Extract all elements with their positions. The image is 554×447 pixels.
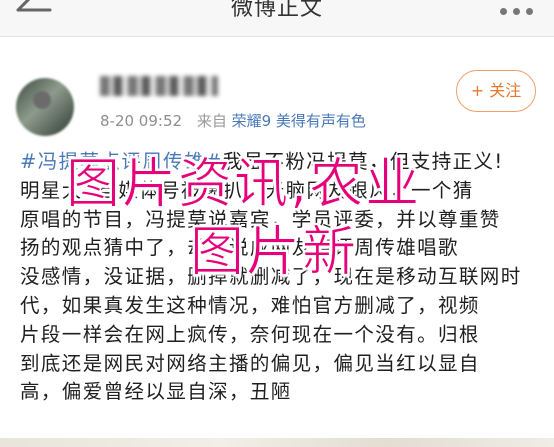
post-header: 8-20 09:52 来自 荣耀9 美得有声有色 + 关注 [0,62,554,142]
post-time: 8-20 09:52 [100,112,183,130]
post-line-9: 高，偏爱曾经以显自深，丑陋 [20,380,292,404]
post-meta: 8-20 09:52 来自 荣耀9 美得有声有色 [100,110,366,131]
post-line-4: 扬的观点猜中了，却被说成网友点评周传雄唱歌 [20,236,459,260]
avatar[interactable] [16,78,74,136]
post-line-5: 没感情，没证据，删掉就删减了，现在是移动互联网时 [20,265,522,289]
post-line-3: 原唱的节目，冯提莫说嘉宾，学员评委，并以尊重赞 [20,207,501,231]
image-preview-strip [0,438,554,447]
post-line-7: 片段一样会在网上疯传，奈何现在一个没有。归根 [20,322,480,346]
follow-button[interactable]: + 关注 [456,70,536,112]
post-content: #冯提莫点评周传雄#我虽不粉冯提莫，但支持正义! 明星大V自媒体号被爆扒，无脑网… [20,148,540,407]
username-blurred[interactable] [100,76,218,96]
page-title: 微博正文 [230,0,323,21]
post-line-2: 明星大V自媒体号被爆扒，无脑网友跟风，一个猜 [20,178,474,202]
post-line-8: 到底还是网民对网络主播的偏见，偏见当红以显自 [20,351,480,375]
post-via: 来自 [196,112,227,130]
top-bar: 微博正文 [0,0,554,37]
post-line-1: #冯提莫点评周传雄#我虽不粉冯提莫，但支持正义! [20,150,504,173]
topic-link[interactable]: #冯提莫点评周传雄# [20,150,223,173]
post-line-6: 代，如果真发生这种情况，难怕官方删减了，视频 [20,293,480,317]
post-device[interactable]: 荣耀9 美得有声有色 [232,112,366,130]
more-dots-icon[interactable] [500,0,544,20]
